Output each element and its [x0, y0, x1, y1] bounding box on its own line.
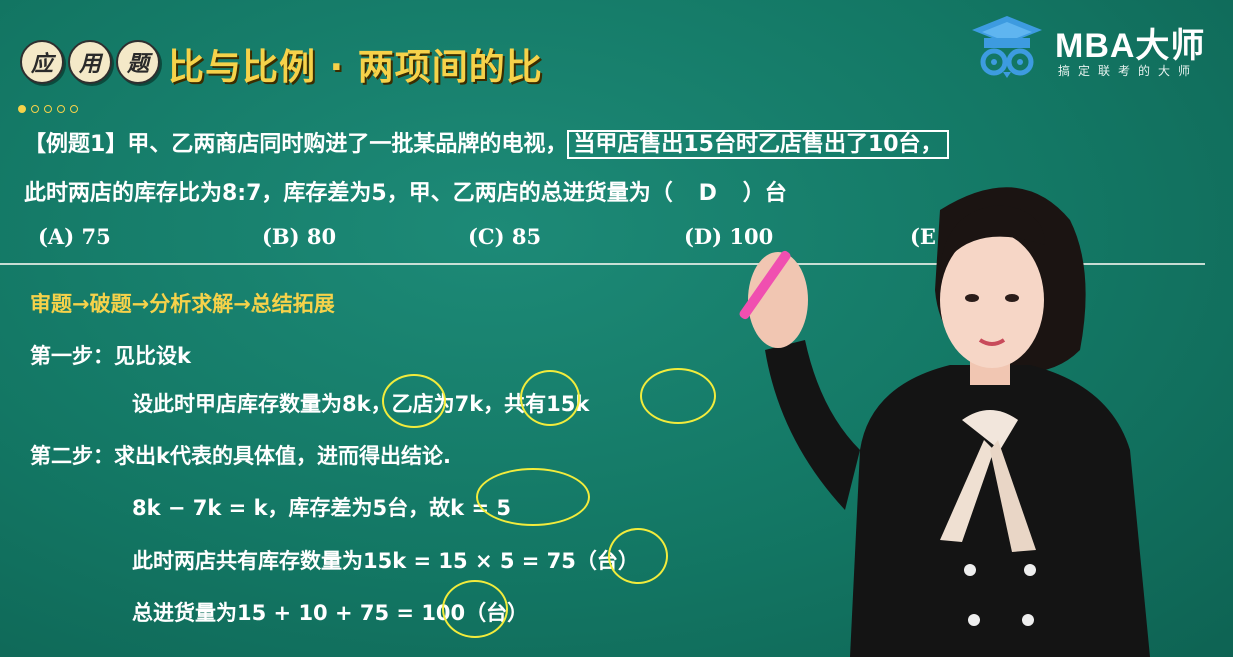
- step2-heading: 第二步：求出k代表的具体值，进而得出结论.: [30, 440, 451, 470]
- annotation-circle: [608, 528, 668, 584]
- owl-cap-logo-icon: [972, 16, 1042, 78]
- problem-line-2: 此时两店的库存比为8:7，库存差为5，甲、乙两店的总进货量为（ D ）台: [24, 175, 787, 207]
- step1-heading: 第一步：见比设k: [30, 340, 191, 370]
- annotation-circle: [442, 580, 508, 638]
- solution-flow: 审题→破题→分析求解→总结拓展: [30, 292, 335, 316]
- brand-slogan: 搞定联考的大师: [1058, 64, 1199, 78]
- problem-tag: 【例题1】: [24, 132, 128, 157]
- annotation-circle: [476, 468, 590, 526]
- step1-label: 第一步：: [30, 344, 114, 368]
- lesson-title: 比与比例 · 两项间的比: [168, 47, 543, 88]
- step2-title: 求出k代表的具体值，进而得出结论.: [114, 444, 451, 468]
- badge-char: 应: [20, 40, 64, 84]
- badge-char: 题: [116, 40, 160, 84]
- step1-title: 见比设k: [114, 344, 191, 368]
- problem-text: 此时两店的库存比为8:7，库存差为5，甲、乙两店的总进货量为（: [24, 181, 673, 206]
- option-b: (B) 80: [262, 224, 337, 249]
- presenter-image: [739, 187, 1150, 657]
- problem-text: 甲、乙两商店同时购进了一批某品牌的电视，: [127, 132, 568, 157]
- annotation-circle: [382, 374, 446, 428]
- dot: [57, 105, 65, 113]
- option-a: (A) 75: [38, 224, 111, 249]
- dot: [44, 105, 52, 113]
- dot: [18, 105, 26, 113]
- step2-line-2: 此时两店共有库存数量为15k = 15 × 5 = 75（台）: [132, 549, 639, 573]
- annotation-circle: [520, 370, 580, 426]
- step2-line-1: 8k − 7k = k，库存差为5台，故k = 5: [132, 496, 511, 520]
- step2-label: 第二步：: [30, 444, 114, 468]
- progress-dots: [18, 105, 78, 113]
- topic-badge: 应 用 题: [20, 40, 160, 84]
- badge-char: 用: [68, 40, 112, 84]
- option-c: (C) 85: [468, 224, 542, 249]
- dot: [70, 105, 78, 113]
- brand-name: MBA大师: [1055, 27, 1206, 65]
- dot: [31, 105, 39, 113]
